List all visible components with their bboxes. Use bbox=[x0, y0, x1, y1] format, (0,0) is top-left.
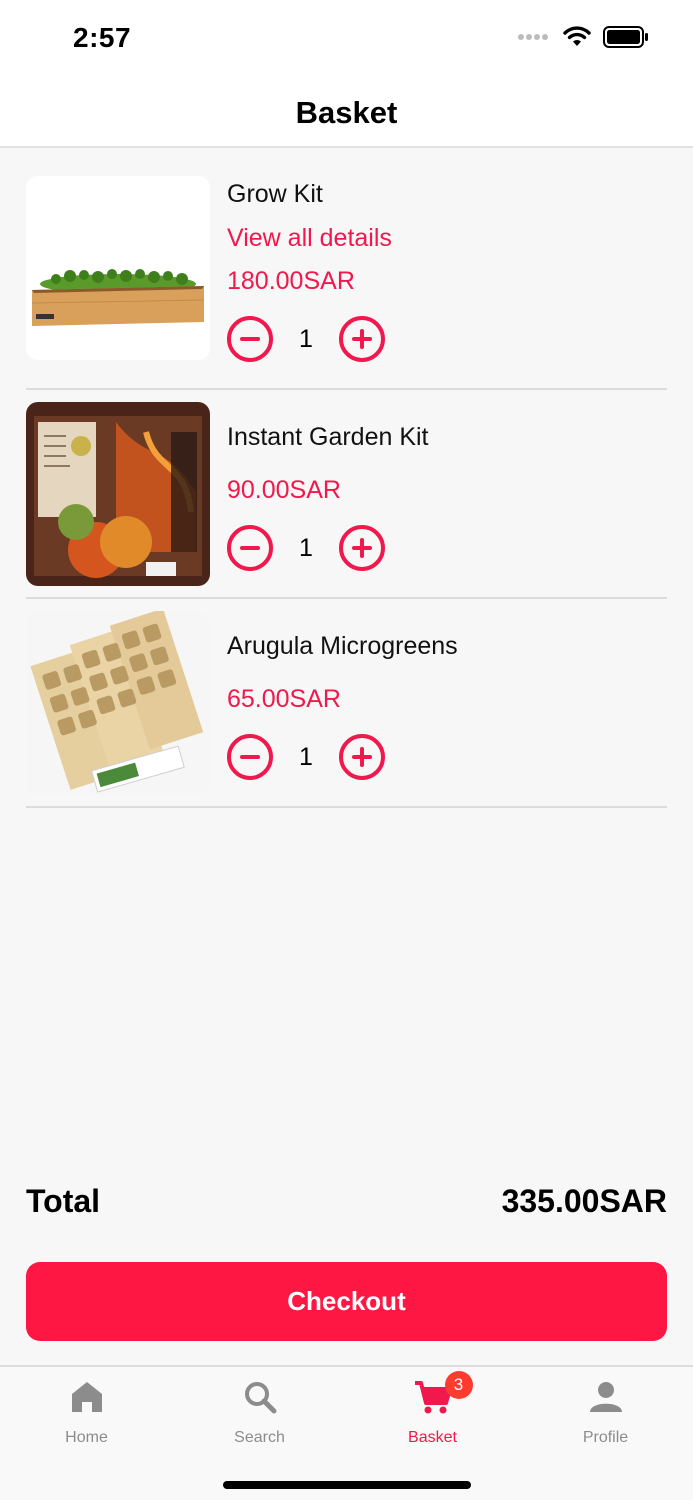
cart-icon: 3 bbox=[413, 1371, 473, 1415]
basket-item-instant-garden-kit: Instant Garden Kit 90.00SAR 1 bbox=[26, 390, 667, 599]
status-time: 2:57 bbox=[73, 22, 132, 53]
basket-list: Grow Kit View all details 180.00SAR 1 In… bbox=[26, 150, 667, 808]
home-indicator bbox=[223, 1481, 471, 1489]
item-price: 90.00SAR bbox=[227, 476, 341, 504]
quantity-stepper: 1 bbox=[227, 734, 387, 780]
increase-quantity-button[interactable] bbox=[339, 316, 385, 362]
view-details-link[interactable]: View all details bbox=[227, 224, 392, 253]
cart-badge: 3 bbox=[444, 1371, 473, 1399]
total-value: 335.00SAR bbox=[501, 1183, 667, 1219]
decrease-quantity-button[interactable] bbox=[227, 316, 273, 362]
increase-quantity-button[interactable] bbox=[339, 734, 385, 780]
quantity-value: 1 bbox=[299, 324, 313, 353]
checkout-button[interactable]: Checkout bbox=[26, 1262, 667, 1341]
product-image-instant-garden-kit[interactable] bbox=[26, 402, 210, 586]
nav-header: Basket bbox=[0, 80, 693, 148]
increase-quantity-button[interactable] bbox=[339, 525, 385, 571]
product-image-arugula-microgreens[interactable] bbox=[26, 611, 210, 795]
product-image-grow-kit[interactable] bbox=[26, 176, 210, 360]
status-bar: 2:57 bbox=[0, 0, 693, 80]
item-name: Instant Garden Kit bbox=[227, 423, 429, 451]
total-label: Total bbox=[26, 1183, 101, 1219]
quantity-stepper: 1 bbox=[227, 525, 387, 571]
wifi-icon bbox=[563, 26, 591, 46]
item-price: 65.00SAR bbox=[227, 685, 341, 713]
status-icons bbox=[517, 26, 649, 48]
search-icon bbox=[240, 1379, 280, 1415]
item-name: Grow Kit bbox=[227, 180, 323, 208]
minus-icon bbox=[240, 546, 260, 550]
home-icon bbox=[67, 1379, 107, 1415]
quantity-value: 1 bbox=[299, 533, 313, 562]
quantity-value: 1 bbox=[299, 742, 313, 771]
tab-bar: Home Search 3 Basket Profile bbox=[0, 1365, 693, 1500]
minus-icon bbox=[240, 755, 260, 759]
decrease-quantity-button[interactable] bbox=[227, 525, 273, 571]
battery-icon bbox=[603, 26, 648, 48]
basket-item-arugula-microgreens: Arugula Microgreens 65.00SAR 1 bbox=[26, 599, 667, 808]
total-row: Total 335.00SAR bbox=[26, 1183, 667, 1220]
tab-profile[interactable]: Profile bbox=[519, 1367, 692, 1457]
item-price: 180.00SAR bbox=[227, 267, 355, 295]
tab-label: Profile bbox=[582, 1429, 629, 1446]
tab-label: Search bbox=[234, 1429, 285, 1446]
tab-label: Basket bbox=[408, 1429, 457, 1446]
page-title: Basket bbox=[295, 95, 398, 130]
item-name: Arugula Microgreens bbox=[227, 632, 458, 660]
tab-label: Home bbox=[65, 1429, 108, 1446]
tab-home[interactable]: Home bbox=[0, 1367, 173, 1457]
basket-item-grow-kit: Grow Kit View all details 180.00SAR 1 bbox=[26, 150, 667, 390]
decrease-quantity-button[interactable] bbox=[227, 734, 273, 780]
signal-icon bbox=[518, 34, 548, 40]
tab-basket[interactable]: 3 Basket bbox=[346, 1367, 519, 1457]
quantity-stepper: 1 bbox=[227, 316, 387, 362]
tab-search[interactable]: Search bbox=[173, 1367, 346, 1457]
person-icon bbox=[586, 1379, 626, 1415]
minus-icon bbox=[240, 337, 260, 341]
